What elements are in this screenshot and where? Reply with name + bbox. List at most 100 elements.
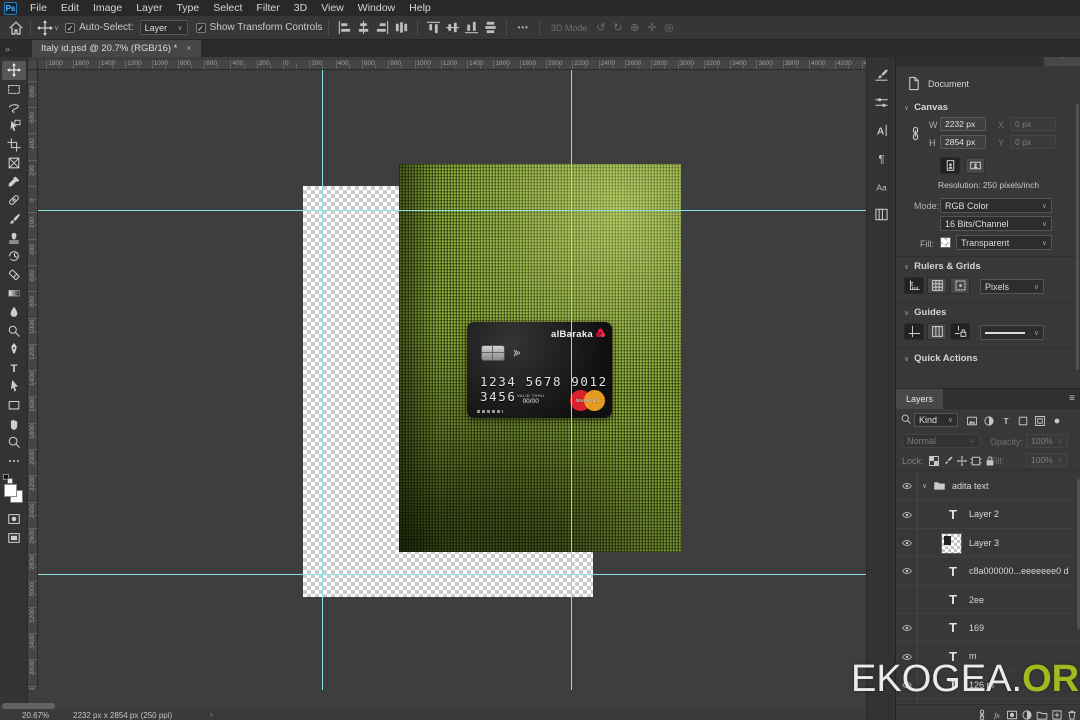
adjustment-layer-icon[interactable] [1019,707,1034,720]
align-middle-vertical-icon[interactable] [444,20,461,35]
type-tool[interactable]: T [2,359,26,378]
menu-select[interactable]: Select [206,0,249,16]
marquee-tool[interactable] [2,80,26,99]
rectangle-tool[interactable] [2,396,26,415]
menu-view[interactable]: View [314,0,351,16]
layer-visibility-eye-icon[interactable] [896,529,918,557]
filter-adjustment-icon[interactable] [981,413,996,428]
lock-guides-button[interactable] [950,323,970,340]
pen-tool[interactable] [2,340,26,359]
menu-file[interactable]: File [23,0,54,16]
status-options-chevron-icon[interactable]: › [210,710,213,719]
fill-swatch[interactable] [940,237,951,248]
horizontal-ruler[interactable]: 1800160014001200100080060040020002004006… [38,60,866,70]
horizontal-guide[interactable] [38,574,866,575]
filter-shape-icon[interactable] [1015,413,1030,428]
height-field[interactable]: 2854 px [940,135,986,149]
lasso-tool[interactable] [2,98,26,117]
layer-visibility-eye-icon[interactable] [896,472,918,500]
character-panel-icon[interactable]: A [872,121,890,139]
vertical-guide[interactable] [571,70,572,690]
layer-name[interactable]: adita text [952,481,989,491]
align-left-icon[interactable] [336,20,353,35]
object-selection-tool[interactable] [2,117,26,136]
clone-source-panel-icon[interactable] [872,93,890,111]
move-tool-preset-icon[interactable] [37,20,53,36]
filter-type-icon[interactable]: T [998,413,1013,428]
auto-select-checkbox[interactable]: ✓ [65,23,75,33]
layer-row[interactable]: TLayer 2 [896,500,1080,528]
section-guides[interactable]: ∨Guides [904,307,946,318]
delete-layer-icon[interactable] [1064,707,1079,720]
align-right-icon[interactable] [374,20,391,35]
history-brush-tool[interactable] [2,247,26,266]
brush-tool[interactable] [2,210,26,229]
layer-row[interactable]: Tc8a000000...eeeeeee0 d [896,557,1080,585]
document-viewport[interactable]: alBaraka 1234 5678 9012 3456 VALID THRU … [38,70,866,690]
align-top-icon[interactable] [425,20,442,35]
close-tab-icon[interactable]: × [186,40,191,57]
auto-select-target-select[interactable]: Layer ∨ [140,20,188,35]
document-tab[interactable]: Italy id.psd @ 20.7% (RGB/16) * × [32,40,201,57]
filter-pixel-icon[interactable] [964,413,979,428]
ruler-origin-corner[interactable] [28,60,38,70]
dodge-tool[interactable] [2,321,26,340]
link-layers-icon[interactable] [974,707,989,720]
guide-style-select[interactable]: ∨ [980,325,1044,340]
layer-visibility-eye-icon[interactable] [896,614,918,642]
properties-scrollbar[interactable] [1076,104,1079,370]
toggle-rulers-button[interactable] [904,277,924,294]
hand-tool[interactable] [2,414,26,433]
move-tool[interactable] [2,61,26,80]
ruler-units-select[interactable]: Pixels∨ [980,279,1044,294]
layer-mask-icon[interactable] [1004,707,1019,720]
filter-smart-object-icon[interactable] [1032,413,1047,428]
lock-position-icon[interactable] [954,453,969,468]
bit-depth-select[interactable]: 16 Bits/Channel∨ [940,216,1052,231]
more-options-icon[interactable]: ••• [513,23,532,32]
quick-mask-button[interactable] [2,510,26,529]
new-layer-icon[interactable] [1049,707,1064,720]
home-icon[interactable] [8,20,24,36]
layer-name[interactable]: c8a000000...eeeeeee0 d [969,566,1069,576]
layer-row[interactable]: T2ee [896,586,1080,614]
group-expand-icon[interactable]: ∨ [922,482,927,490]
layer-visibility-eye-icon[interactable] [896,500,918,528]
gradient-tool[interactable] [2,284,26,303]
width-field[interactable]: 2232 px [940,117,986,131]
eraser-tool[interactable] [2,266,26,285]
orientation-portrait-button[interactable] [940,157,960,174]
screen-mode-button[interactable] [2,529,26,548]
toggle-grid-button[interactable] [927,277,947,294]
new-guide-layout-button[interactable] [927,323,947,340]
horizontal-scrollbar-thumb[interactable] [2,703,55,709]
panel-menu-icon[interactable]: ≡ [1063,389,1080,409]
menu-filter[interactable]: Filter [249,0,286,16]
section-rulers-grids[interactable]: ∨Rulers & Grids [904,261,981,272]
brush-settings-panel-icon[interactable] [872,65,890,83]
chevron-down-icon[interactable]: ∨ [54,24,59,32]
paragraph-panel-icon[interactable]: ¶ [872,149,890,167]
menu-edit[interactable]: Edit [54,0,86,16]
path-selection-tool[interactable] [2,377,26,396]
menu-image[interactable]: Image [86,0,129,16]
layer-row[interactable]: ∨ adita text [896,472,1080,500]
layer-row[interactable]: T169 [896,614,1080,642]
layer-visibility-eye-icon[interactable] [896,557,918,585]
menu-help[interactable]: Help [402,0,438,16]
vertical-guide[interactable] [322,70,323,690]
link-dimensions-icon[interactable] [908,126,923,141]
more-tool[interactable] [2,451,26,470]
layer-name[interactable]: Layer 2 [969,509,999,519]
section-quick-actions[interactable]: ∨Quick Actions [904,353,978,364]
menu-type[interactable]: Type [169,0,206,16]
new-group-icon[interactable] [1034,707,1049,720]
libraries-panel-icon[interactable] [872,205,890,223]
clone-stamp-tool[interactable] [2,228,26,247]
horizontal-guide[interactable] [38,210,866,211]
color-mode-select[interactable]: RGB Color∨ [940,198,1052,213]
blur-tool[interactable] [2,303,26,322]
photoshop-logo[interactable]: Ps [4,2,17,15]
foreground-color-swatch[interactable] [4,484,17,497]
align-center-horizontal-icon[interactable] [355,20,372,35]
